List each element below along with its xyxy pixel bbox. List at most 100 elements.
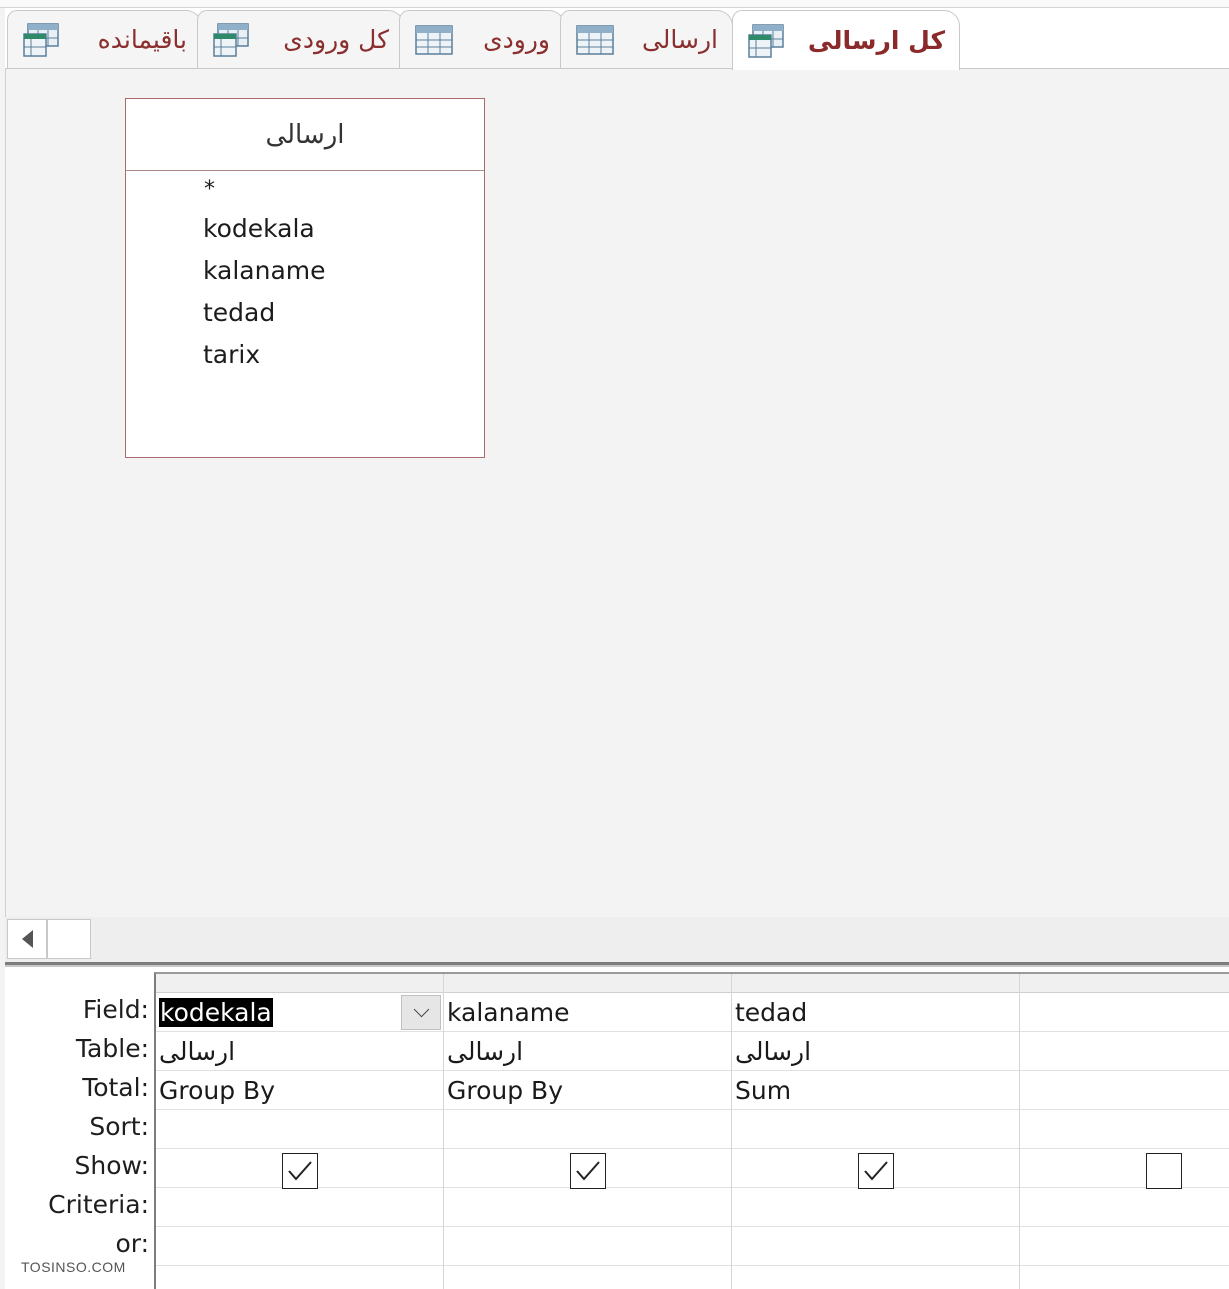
sort-cell[interactable] [444,1110,731,1149]
show-cell [156,1149,443,1189]
row-label-criteria: Criteria: [48,1190,149,1219]
total-value: Group By [447,1075,564,1105]
table-value: ارسالی [735,1036,812,1066]
field-cell[interactable]: kodekala [156,993,443,1032]
show-cell [732,1149,1019,1189]
sort-cell[interactable] [1020,1110,1229,1149]
show-checkbox[interactable] [858,1153,894,1189]
total-value: Group By [159,1075,276,1105]
sort-cell[interactable] [156,1110,443,1149]
criteria-cell[interactable] [732,1188,1019,1227]
query-icon [213,22,249,57]
extra-criteria-cell[interactable] [156,1266,443,1289]
scroll-thumb[interactable] [47,919,91,959]
table-icon [576,24,614,55]
table-value: ارسالی [159,1036,236,1066]
row-label-sort: Sort: [89,1112,149,1141]
column-selector[interactable] [732,974,1019,993]
query-design-grid-area: Field: Table: Total: Sort: Show: Criteri… [5,967,1229,1289]
tab-kol-ersali[interactable]: كل ارسالی [732,10,960,70]
criteria-cell[interactable] [444,1188,731,1227]
row-label-or: or: [115,1229,149,1258]
field-cell[interactable]: kalaname [444,993,731,1032]
arrow-left-icon [21,930,33,948]
total-cell[interactable] [1020,1071,1229,1110]
total-cell[interactable]: Group By [444,1071,731,1110]
sort-cell[interactable] [732,1110,1019,1149]
total-cell[interactable]: Group By [156,1071,443,1110]
grid-column [1020,974,1229,1289]
extra-criteria-cell[interactable] [732,1266,1019,1289]
row-label-show: Show: [74,1151,149,1180]
field-value: kalaname [447,997,570,1027]
table-cell[interactable] [1020,1032,1229,1071]
table-value: ارسالی [447,1036,524,1066]
field-dropdown-button[interactable] [401,995,441,1030]
field-list-items: * kodekala kalaname tedad tarix [126,171,484,375]
grid-column: tedad ارسالی Sum [732,974,1020,1289]
tab-ersali[interactable]: ارسالی [560,10,733,68]
total-cell[interactable]: Sum [732,1071,1019,1110]
show-checkbox[interactable] [1146,1153,1182,1189]
criteria-cell[interactable] [156,1188,443,1227]
window-top-edge [0,0,1229,8]
row-label-total: Total: [82,1073,149,1102]
tab-label: ارسالی [641,25,718,54]
table-cell[interactable]: ارسالی [444,1032,731,1071]
total-value: Sum [735,1075,792,1105]
tab-label: كل ورودی [283,25,389,54]
show-checkbox[interactable] [570,1153,606,1189]
field-list-item[interactable]: tarix [126,333,484,375]
table-field-list[interactable]: ارسالی * kodekala kalaname tedad tarix [125,98,485,458]
field-list-item-all[interactable]: * [126,177,484,207]
show-cell [1020,1149,1229,1189]
text-caret [159,998,161,1027]
row-label-table: Table: [75,1034,149,1063]
column-selector[interactable] [156,974,443,993]
field-value: kodekala [159,997,273,1027]
field-cell[interactable]: tedad [732,993,1019,1032]
table-icon [415,24,453,55]
or-cell[interactable] [1020,1227,1229,1266]
field-value: tedad [735,997,808,1027]
check-icon [576,1161,600,1181]
grid-column: kodekala ارسالی Group By [156,974,444,1289]
field-list-title[interactable]: ارسالی [126,99,484,171]
field-cell[interactable] [1020,993,1229,1032]
design-grid: kodekala ارسالی Group By kalaname ارسالی [154,972,1229,1289]
field-list-item[interactable]: kodekala [126,207,484,249]
field-list-item[interactable]: tedad [126,291,484,333]
watermark: TOSINSO.COM [21,1259,126,1275]
field-list-item[interactable]: kalaname [126,249,484,291]
extra-criteria-cell[interactable] [444,1266,731,1289]
or-cell[interactable] [444,1227,731,1266]
column-selector[interactable] [1020,974,1229,993]
tab-label: ورودی [483,25,550,54]
query-design-pane[interactable]: ارسالی * kodekala kalaname tedad tarix [5,69,1229,917]
extra-criteria-cell[interactable] [1020,1266,1229,1289]
show-checkbox[interactable] [282,1153,318,1189]
or-cell[interactable] [732,1227,1019,1266]
tab-kol-vorudi[interactable]: كل ورودی [197,10,404,68]
criteria-cell[interactable] [1020,1188,1229,1227]
query-icon [23,22,59,57]
column-selector[interactable] [444,974,731,993]
grid-column: kalaname ارسالی Group By [444,974,732,1289]
or-cell[interactable] [156,1227,443,1266]
scroll-left-button[interactable] [7,919,47,959]
tab-baghimandeh[interactable]: باقیمانده [7,10,202,68]
document-tab-strip: باقیمانده كل ورودی ورودی ارسالی كل ارسال… [5,8,1229,70]
design-pane-horizontal-scrollbar[interactable] [5,917,1229,962]
row-label-field: Field: [82,995,149,1024]
grid-row-labels: Field: Table: Total: Sort: Show: Criteri… [5,967,155,1289]
table-cell[interactable]: ارسالی [156,1032,443,1071]
check-icon [288,1161,312,1181]
table-cell[interactable]: ارسالی [732,1032,1019,1071]
tab-vorudi[interactable]: ورودی [399,10,565,68]
check-icon [864,1161,888,1181]
chevron-down-icon [413,1001,429,1018]
tab-label: كل ارسالی [807,26,945,55]
query-icon [748,23,784,58]
tab-label: باقیمانده [97,25,187,54]
show-cell [444,1149,731,1189]
